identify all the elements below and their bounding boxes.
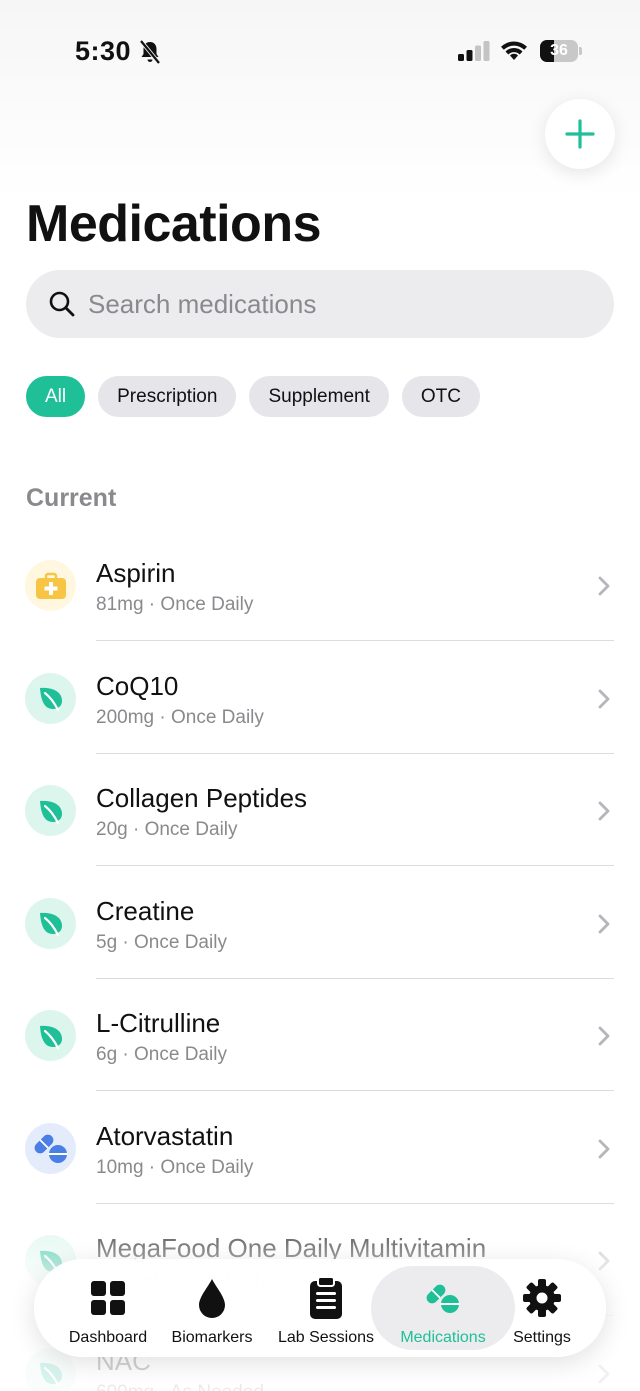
add-medication-button[interactable]: [545, 99, 615, 169]
leaf-icon: [25, 897, 76, 949]
pills-icon: [425, 1277, 461, 1319]
plus-icon: [565, 119, 595, 149]
page-title: Medications: [26, 195, 322, 253]
leaf-icon: [25, 1010, 76, 1061]
tab-bar: Dashboard Biomarkers Lab Sessions Medicatio…: [34, 1259, 606, 1357]
chevron-right-icon: [597, 575, 611, 602]
search-icon: [48, 290, 76, 323]
filter-chip-all[interactable]: All: [26, 376, 86, 417]
tab-label: Dashboard: [68, 1329, 148, 1346]
tab-label: Settings: [513, 1329, 571, 1346]
medication-row-aspirin[interactable]: Aspirin 81mg · Once Daily: [0, 517, 640, 641]
tab-biomarkers[interactable]: Biomarkers: [152, 1259, 272, 1357]
medication-dosage: 5g · Once Daily: [96, 931, 227, 953]
medication-row-l-citrulline[interactable]: L-Citrulline 6g · Once Daily: [0, 967, 640, 1091]
bell-slash-icon: [138, 39, 162, 70]
medication-dosage: 200mg · Once Daily: [96, 706, 264, 728]
medication-dosage: 10mg · Once Daily: [96, 1156, 254, 1178]
tab-dashboard[interactable]: Dashboard: [48, 1259, 168, 1357]
first-aid-kit-icon: [25, 560, 76, 611]
tab-label: Medications: [400, 1329, 486, 1346]
tab-settings[interactable]: Settings: [482, 1259, 602, 1357]
medication-dosage: 81mg · Once Daily: [96, 594, 254, 615]
tab-label: Biomarkers: [171, 1329, 253, 1346]
medication-row-coq10[interactable]: CoQ10 200mg · Once Daily: [0, 630, 640, 754]
chevron-right-icon: [597, 1138, 611, 1165]
medication-dosage: 6g · Once Daily: [96, 1044, 227, 1065]
pills-icon: [25, 1122, 76, 1174]
wifi-icon: [500, 39, 528, 66]
battery-percentage: 36: [550, 42, 568, 59]
leaf-icon: [25, 672, 76, 724]
clipboard-icon: [309, 1276, 343, 1319]
medication-dosage: 20g · Once Daily: [96, 819, 238, 840]
filter-chip-prescription[interactable]: Prescription: [98, 376, 237, 417]
chevron-right-icon: [597, 800, 611, 827]
tab-lab-sessions[interactable]: Lab Sessions: [266, 1259, 386, 1357]
chevron-right-icon: [597, 688, 611, 715]
cellular-signal-icon: [458, 41, 490, 66]
section-label-current: Current: [26, 484, 117, 512]
chevron-right-icon: [597, 1363, 611, 1390]
filter-chip-supplement[interactable]: Supplement: [249, 376, 389, 417]
status-time: 5:30: [75, 36, 132, 66]
search-bar[interactable]: [26, 270, 614, 338]
filter-chips: All Prescription Supplement OTC: [26, 376, 480, 417]
medication-row-creatine[interactable]: Creatine 5g · Once Daily: [0, 855, 640, 979]
medication-dosage: 600mg · As Needed: [96, 1382, 264, 1391]
medication-name: Collagen Peptides: [96, 783, 308, 813]
medication-row-collagen-peptides[interactable]: Collagen Peptides 20g · Once Daily: [0, 742, 640, 866]
medication-name: CoQ10: [96, 670, 179, 701]
filter-chip-otc[interactable]: OTC: [401, 376, 480, 417]
battery-indicator: 36: [540, 40, 582, 62]
gear-icon: [523, 1277, 561, 1319]
search-input[interactable]: [88, 270, 588, 338]
medication-name: Aspirin: [96, 558, 176, 588]
status-bar: 5:30 36: [0, 30, 640, 74]
medication-name: Atorvastatin: [96, 1120, 234, 1151]
leaf-icon: [25, 785, 76, 836]
chevron-right-icon: [597, 1025, 611, 1052]
medication-name: L-Citrulline: [96, 1008, 221, 1038]
medication-name: Creatine: [96, 895, 195, 926]
drop-icon: [198, 1277, 226, 1319]
grid-icon: [90, 1277, 126, 1319]
chevron-right-icon: [597, 913, 611, 940]
medication-row-atorvastatin[interactable]: Atorvastatin 10mg · Once Daily: [0, 1080, 640, 1204]
tab-label: Lab Sessions: [277, 1329, 375, 1346]
